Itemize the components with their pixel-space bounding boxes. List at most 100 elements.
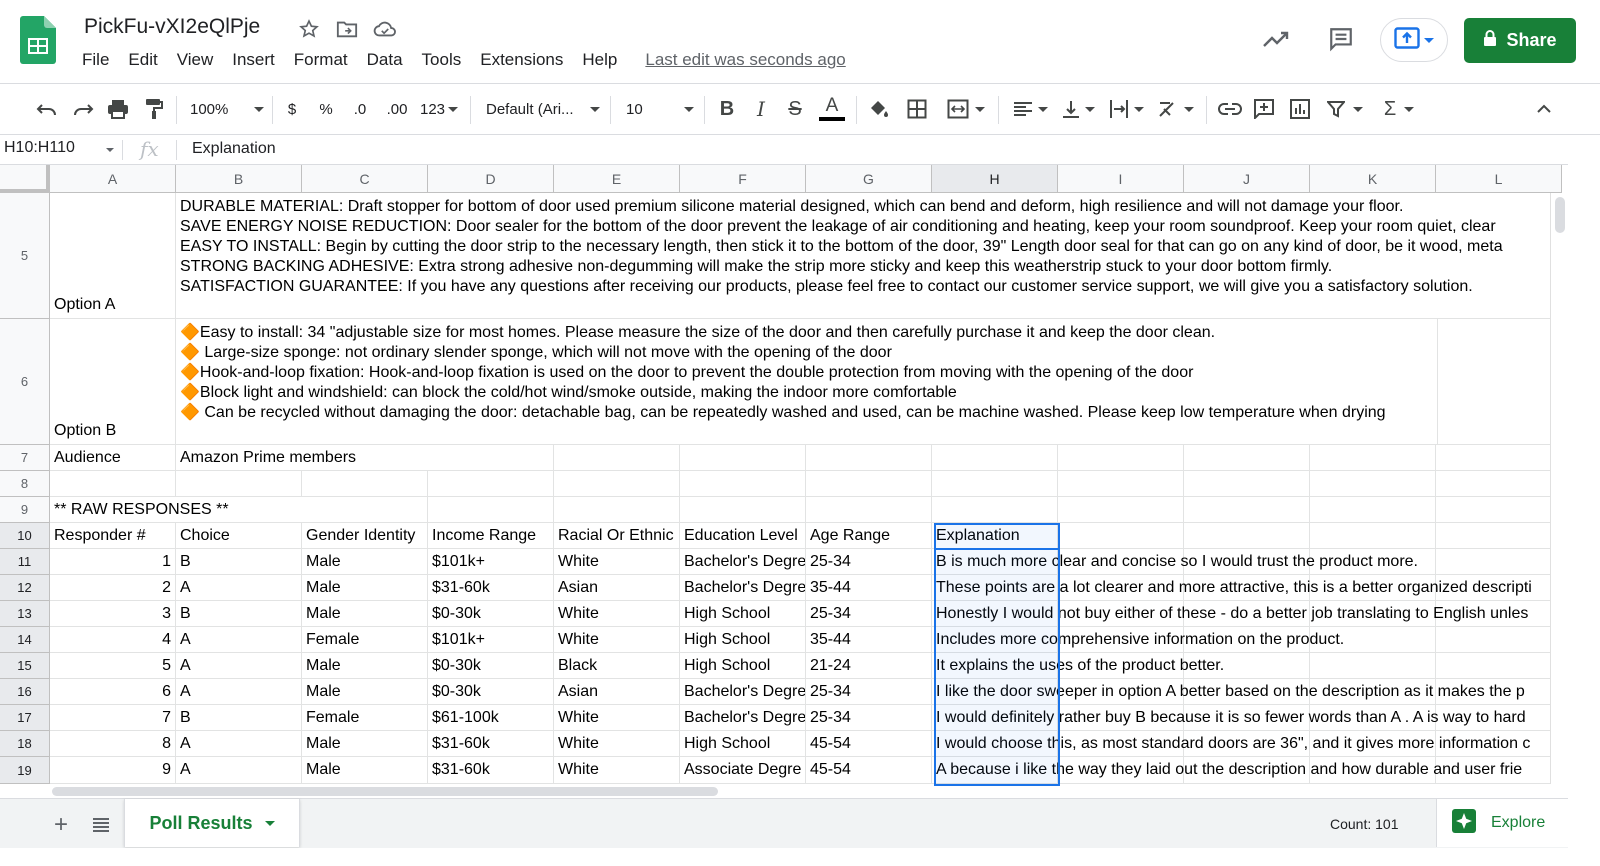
cell-choice[interactable]: B [176,705,302,731]
empty-cell[interactable] [806,445,932,471]
row-header-10[interactable]: 10 [0,523,50,549]
cell-responder-number[interactable]: 3 [50,601,176,627]
fill-color-icon[interactable] [866,94,892,124]
empty-cell[interactable] [428,471,554,497]
empty-cell[interactable] [932,445,1058,471]
cell-choice[interactable]: A [176,627,302,653]
empty-cell[interactable] [1184,471,1310,497]
menu-tools[interactable]: Tools [422,50,462,70]
cloud-status-icon[interactable] [372,16,398,42]
name-box[interactable]: H10:H110 [4,139,116,161]
empty-cell[interactable] [1436,497,1562,523]
cell-gender-identity[interactable]: Male [302,653,428,679]
empty-cell[interactable] [806,471,932,497]
cell-choice[interactable]: B [176,549,302,575]
cell-responder-number[interactable]: 2 [50,575,176,601]
empty-cell[interactable] [1436,523,1562,549]
vertical-align-icon[interactable] [1058,94,1098,124]
cell-income-range[interactable]: $0-30k [428,601,554,627]
cell-racial-or-ethnic[interactable]: Asian [554,679,680,705]
menu-file[interactable]: File [82,50,109,70]
column-header-k[interactable]: K [1310,165,1436,193]
column-header-i[interactable]: I [1058,165,1184,193]
present-button[interactable] [1380,18,1448,62]
header-education-level[interactable]: Education Level [680,523,806,549]
cell-education-level[interactable]: Bachelor's Degre [680,575,806,601]
cell-b5-option-a-text[interactable]: DURABLE MATERIAL: Draft stopper for bott… [176,193,1550,319]
menu-insert[interactable]: Insert [232,50,275,70]
cell-responder-number[interactable]: 4 [50,627,176,653]
borders-icon[interactable] [904,94,930,124]
cell-area[interactable]: Option A DURABLE MATERIAL: Draft stopper… [50,193,1600,812]
vertical-scrollbar[interactable] [1550,193,1568,812]
cell-age-range[interactable]: 45-54 [806,731,932,757]
row-header-8[interactable]: 8 [0,471,50,497]
header-explanation[interactable]: Explanation [932,523,1058,549]
cell-education-level[interactable]: Bachelor's Degre [680,705,806,731]
column-header-a[interactable]: A [50,165,176,193]
empty-cell[interactable] [1310,523,1436,549]
cell-choice[interactable]: A [176,679,302,705]
comments-icon[interactable] [1324,22,1358,56]
horizontal-align-icon[interactable] [1010,94,1050,124]
cell-choice[interactable]: A [176,731,302,757]
header-racial-or-ethnic[interactable]: Racial Or Ethnic [554,523,680,549]
strikethrough-icon[interactable]: S [784,94,806,124]
header-age-range[interactable]: Age Range [806,523,932,549]
empty-cell[interactable] [680,445,806,471]
cell-income-range[interactable]: $101k+ [428,549,554,575]
cell-b6-option-b-text[interactable]: 🔶Easy to install: 34 "adjustable size fo… [176,319,1438,445]
row-header-7[interactable]: 7 [0,445,50,471]
empty-cell[interactable] [554,445,680,471]
column-header-l[interactable]: L [1436,165,1562,193]
cell-explanation[interactable]: It explains the uses of the product bett… [932,653,1550,679]
last-edit-link[interactable]: Last edit was seconds ago [645,50,845,70]
cell-age-range[interactable]: 35-44 [806,575,932,601]
currency-format-button[interactable]: $ [282,94,302,124]
menu-format[interactable]: Format [294,50,348,70]
empty-cell[interactable] [554,471,680,497]
column-header-c[interactable]: C [302,165,428,193]
cell-age-range[interactable]: 25-34 [806,601,932,627]
cell-choice[interactable]: A [176,653,302,679]
cell-racial-or-ethnic[interactable]: White [554,705,680,731]
row-header-17[interactable]: 17 [0,705,50,731]
empty-cell[interactable] [680,497,806,523]
empty-cell[interactable] [1310,471,1436,497]
cell-education-level[interactable]: High School [680,731,806,757]
sheets-logo[interactable] [20,16,56,64]
column-header-e[interactable]: E [554,165,680,193]
empty-cell[interactable] [1310,497,1436,523]
cell-responder-number[interactable]: 7 [50,705,176,731]
move-to-folder-icon[interactable] [334,16,360,42]
cell-gender-identity[interactable]: Male [302,549,428,575]
cell-age-range[interactable]: 25-34 [806,705,932,731]
cell-income-range[interactable]: $31-60k [428,757,554,784]
cell-education-level[interactable]: High School [680,627,806,653]
filter-icon[interactable] [1322,94,1368,124]
row-header-19[interactable]: 19 [0,757,50,784]
cell-responder-number[interactable]: 6 [50,679,176,705]
row-header-5[interactable]: 5 [0,193,50,319]
cell-explanation[interactable]: B is much more clear and concise so I wo… [932,549,1550,575]
document-title[interactable]: PickFu-vXI2eQlPje [84,15,260,39]
cell-choice[interactable]: A [176,575,302,601]
vertical-scroll-thumb[interactable] [1555,197,1565,233]
cell-education-level[interactable]: Bachelor's Degre [680,679,806,705]
sheet-tab-poll-results[interactable]: Poll Results [124,799,300,847]
row-header-6[interactable]: 6 [0,319,50,445]
empty-cell[interactable] [1184,497,1310,523]
cell-age-range[interactable]: 25-34 [806,549,932,575]
cell-choice[interactable]: B [176,601,302,627]
cell-gender-identity[interactable]: Female [302,627,428,653]
cell-education-level[interactable]: Associate Degre [680,757,806,784]
cell-responder-number[interactable]: 8 [50,731,176,757]
empty-cell[interactable] [428,445,554,471]
italic-icon[interactable]: I [750,94,772,124]
row-header-9[interactable]: 9 [0,497,50,523]
header-income-range[interactable]: Income Range [428,523,554,549]
empty-cell[interactable] [680,471,806,497]
cell-age-range[interactable]: 21-24 [806,653,932,679]
cell-gender-identity[interactable]: Female [302,705,428,731]
insert-chart-icon[interactable] [1288,94,1312,124]
